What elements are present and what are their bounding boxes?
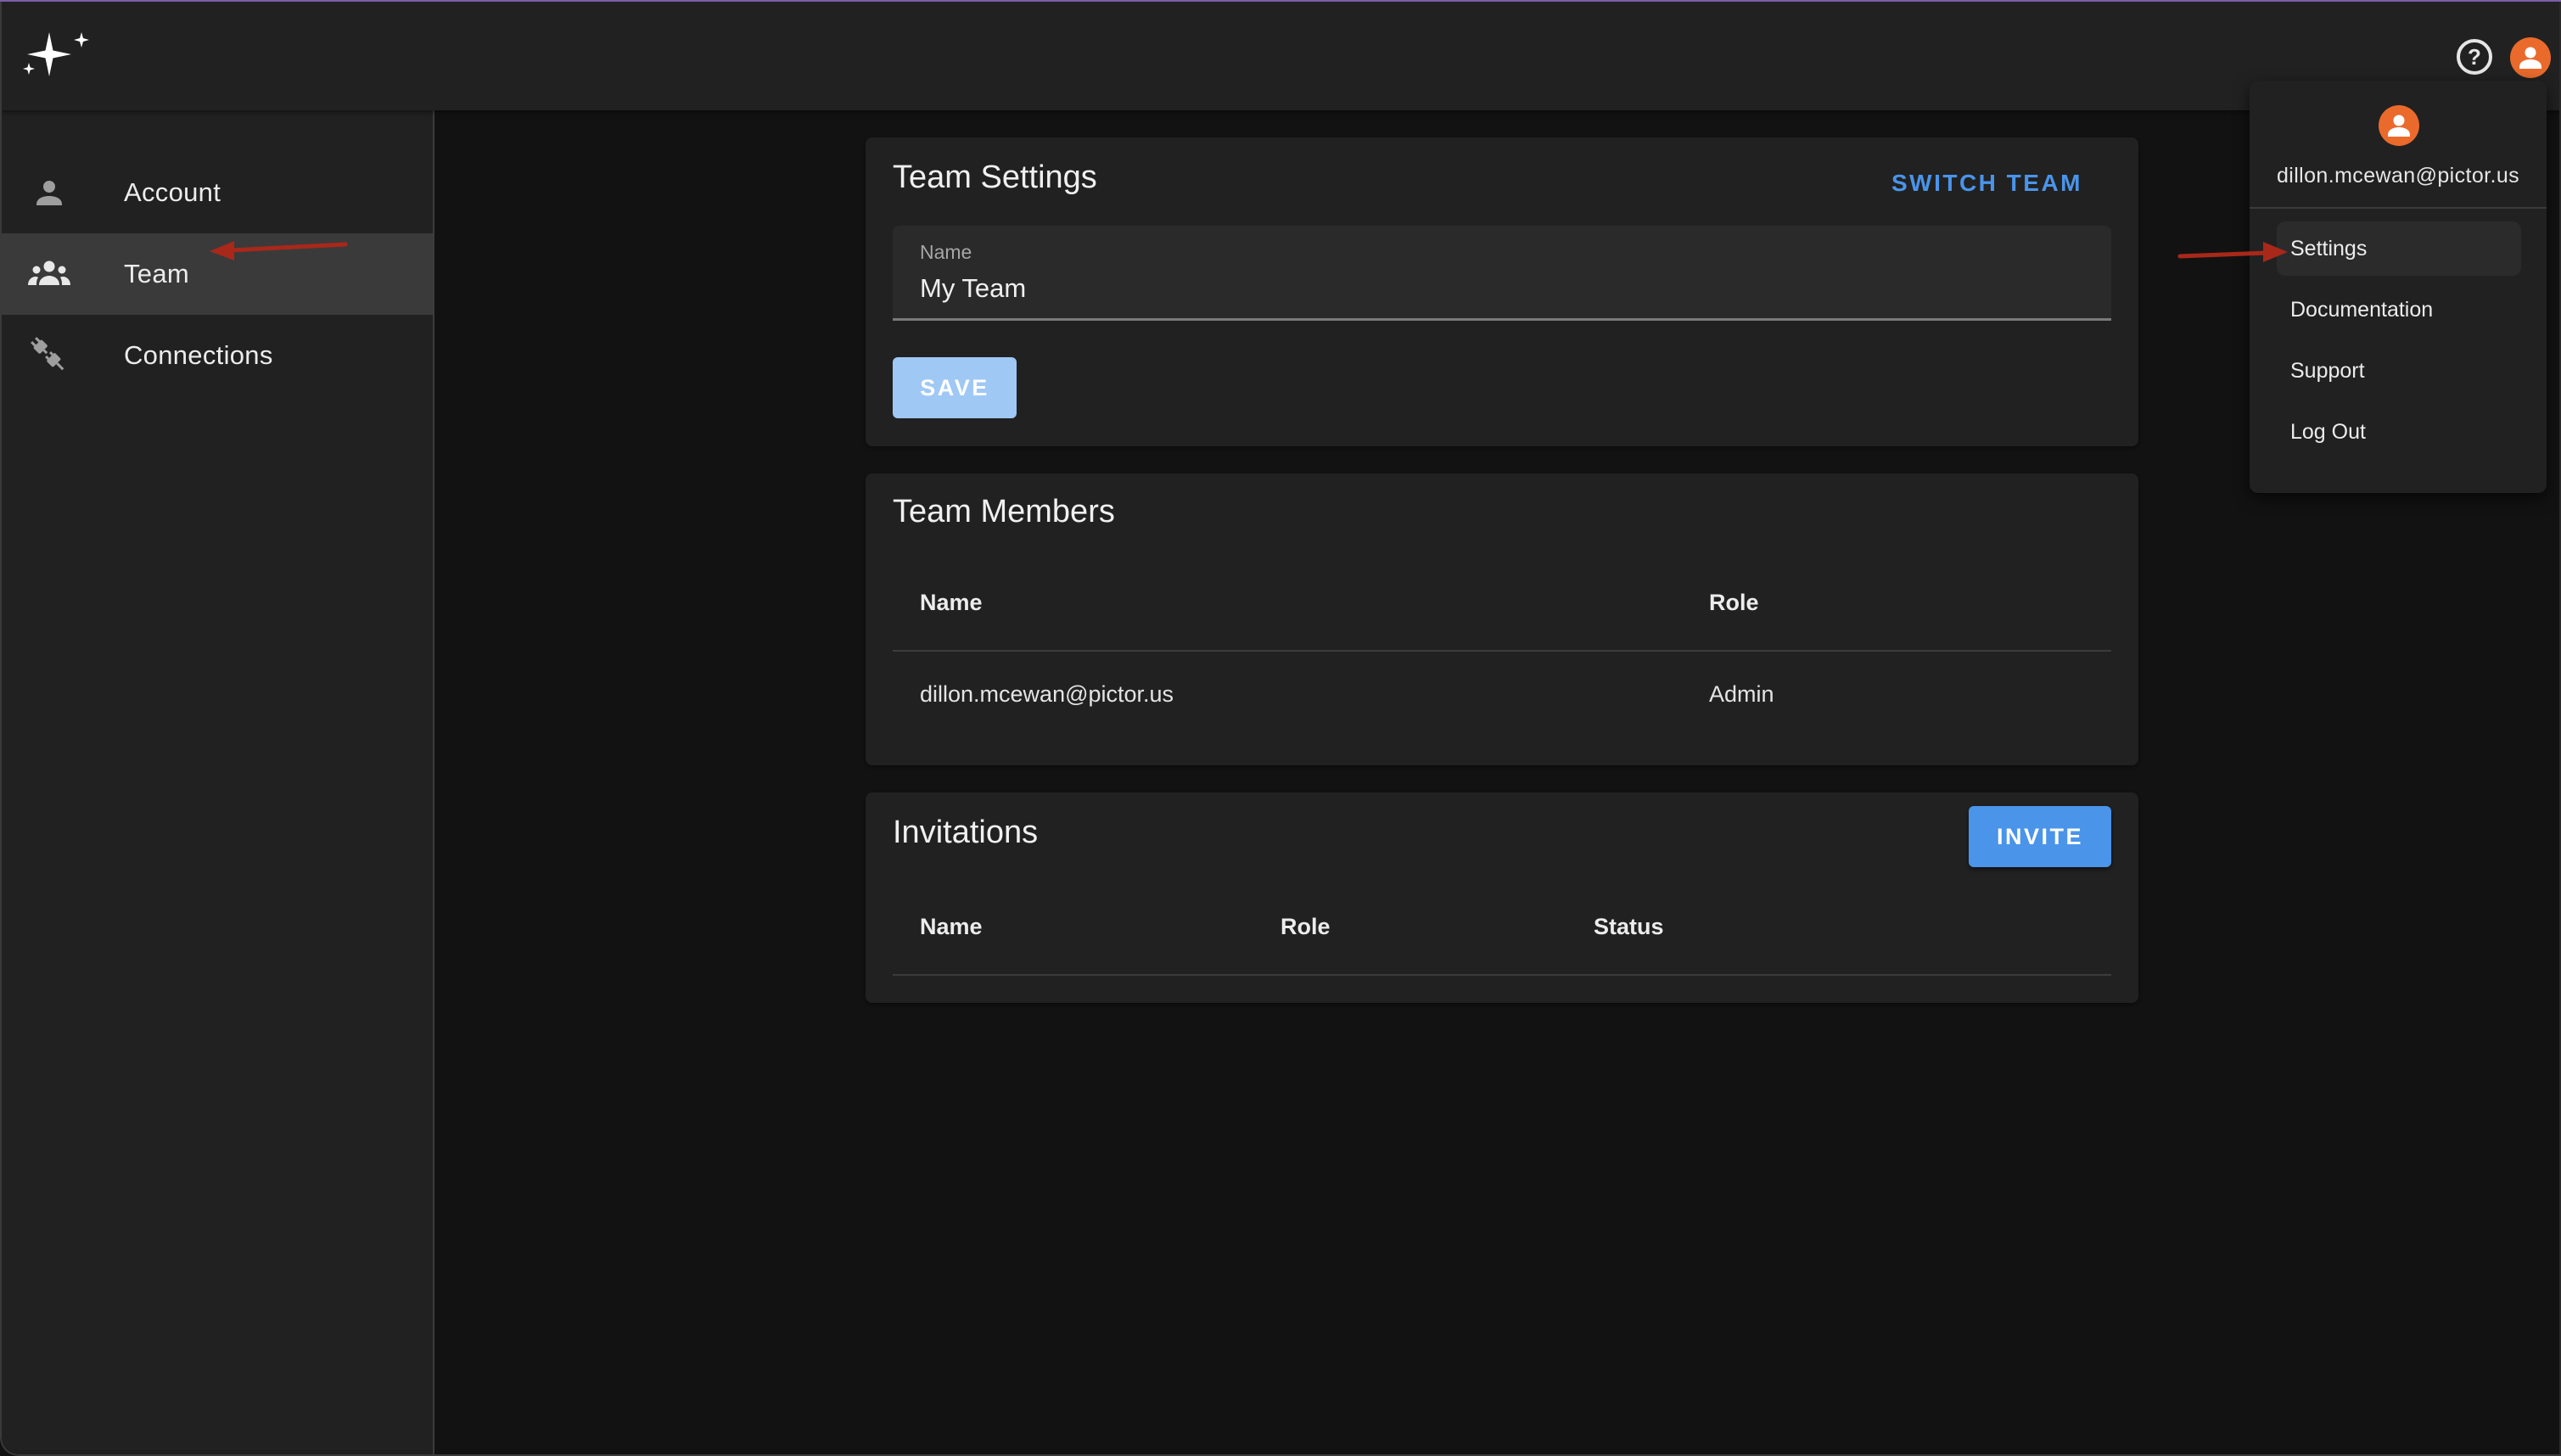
sidebar-item-account[interactable]: Account [2,152,433,233]
app-bar: ? [2,2,2559,110]
team-name-label: Name [920,241,972,263]
menu-avatar [2379,105,2419,146]
plug-icon [27,333,71,378]
menu-item-support[interactable]: Support [2277,344,2521,398]
account-circle-icon [2519,47,2541,69]
sidebar-item-label: Connections [124,340,273,370]
team-members-title: Team Members [893,494,1115,529]
person-icon [27,171,71,215]
sidebar-item-label: Team [124,259,190,288]
help-circle-icon: ? [2468,43,2481,70]
switch-team-button[interactable]: SWITCH TEAM [1891,170,2082,197]
column-header-name: Name [920,914,983,939]
group-icon [27,252,71,296]
team-members-card: Team Members Name Role dillon.mcewan@pic… [866,473,2138,765]
team-settings-title: Team Settings [893,160,1097,195]
menu-item-log-out[interactable]: Log Out [2277,405,2521,459]
app-window: ? Account Team Connections Team Settings… [0,2,2561,1456]
help-button[interactable]: ? [2457,39,2492,75]
menu-item-documentation[interactable]: Documentation [2277,283,2521,337]
menu-divider [2250,207,2547,209]
invite-button[interactable]: INVITE [1969,806,2111,867]
table-header-divider [893,650,2111,652]
column-header-name: Name [920,590,983,615]
column-header-role: Role [1280,914,1331,939]
menu-item-settings[interactable]: Settings [2277,221,2521,276]
table-header-divider [893,974,2111,976]
sidebar-item-label: Account [124,177,221,207]
sidebar: Account Team Connections [2,110,434,1454]
invitations-title: Invitations [893,815,1039,850]
team-name-input[interactable] [920,270,2082,307]
sidebar-item-team[interactable]: Team [2,233,433,315]
user-menu: dillon.mcewan@pictor.us Settings Documen… [2250,81,2547,493]
member-email: dillon.mcewan@pictor.us [920,681,1174,707]
sidebar-item-connections[interactable]: Connections [2,315,433,396]
account-menu-button[interactable] [2510,37,2551,78]
column-header-status: Status [1594,914,1664,939]
member-role: Admin [1709,681,1774,707]
team-settings-card: Team Settings SWITCH TEAM Name SAVE [866,137,2138,446]
team-name-field[interactable]: Name [893,226,2111,321]
save-button[interactable]: SAVE [893,357,1017,418]
account-circle-icon [2388,115,2410,137]
invitations-card: Invitations INVITE Name Role Status [866,792,2138,1003]
sparkles-icon[interactable] [17,27,95,83]
column-header-role: Role [1709,590,1759,615]
menu-user-email: dillon.mcewan@pictor.us [2276,164,2520,188]
